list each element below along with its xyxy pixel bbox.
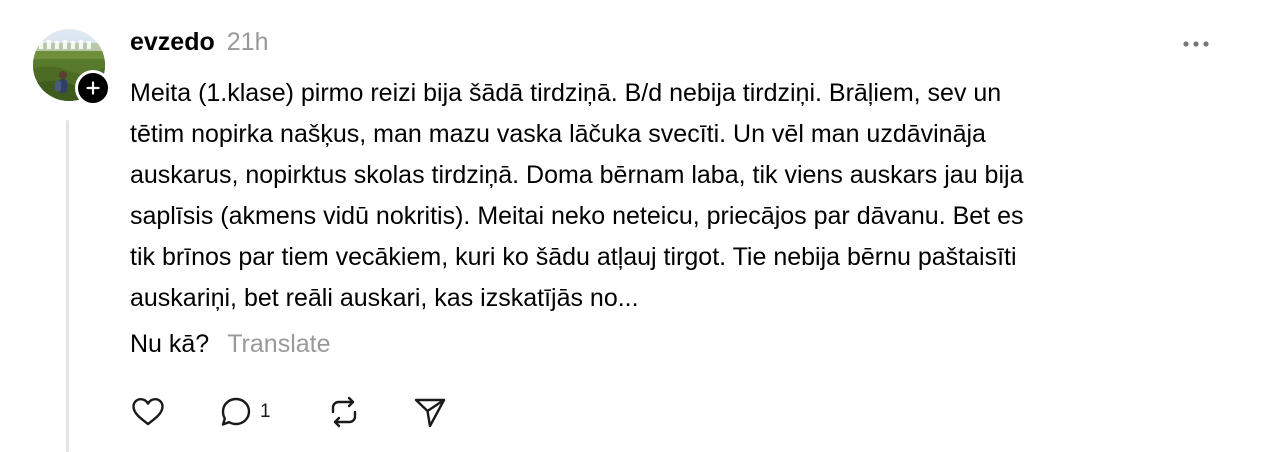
translate-link[interactable]: Translate bbox=[227, 324, 330, 365]
heart-icon bbox=[132, 398, 164, 426]
more-horizontal-icon bbox=[1183, 41, 1209, 47]
closing-question: Nu kā? bbox=[130, 330, 210, 358]
post-footer-text: Nu kā? Translate bbox=[130, 324, 331, 365]
like-button[interactable] bbox=[130, 394, 218, 430]
author-avatar-block bbox=[33, 29, 111, 106]
repost-button[interactable] bbox=[326, 394, 412, 430]
comment-bubble-icon bbox=[221, 397, 251, 426]
repost-arrows-icon bbox=[331, 396, 357, 428]
post-timestamp[interactable]: 21h bbox=[227, 28, 269, 57]
post-body-line: saplīsis (akmens vidū nokritis). Meitai … bbox=[130, 202, 1024, 230]
send-paper-plane-icon bbox=[414, 398, 446, 428]
more-options-button[interactable] bbox=[1176, 30, 1216, 58]
post-body-line: tētim nopirka našķus, man mazu vaska lāč… bbox=[130, 120, 986, 148]
author-username[interactable]: evzedo bbox=[130, 28, 215, 57]
post-body-line: tik brīnos par tiem vecākiem, kuri ko šā… bbox=[130, 243, 1017, 271]
post-body: Meita (1.klase) pirmo reizi bija šādā ti… bbox=[130, 73, 1210, 319]
post-body-line: Meita (1.klase) pirmo reizi bija šādā ti… bbox=[130, 79, 1002, 107]
reply-button[interactable]: 1 bbox=[218, 394, 326, 430]
plus-icon bbox=[86, 81, 100, 95]
share-button[interactable] bbox=[412, 394, 452, 430]
follow-button[interactable] bbox=[75, 70, 111, 106]
post-body-line: auskarus, nopirktus skolas tirdziņā. Dom… bbox=[130, 161, 1024, 189]
post-actions-bar: 1 bbox=[130, 392, 452, 432]
post-header: evzedo 21h bbox=[130, 28, 268, 64]
thread-connector-line bbox=[66, 120, 69, 452]
reply-count: 1 bbox=[260, 401, 271, 422]
post-body-line: auskariņi, bet reāli auskari, kas izskat… bbox=[130, 284, 639, 312]
